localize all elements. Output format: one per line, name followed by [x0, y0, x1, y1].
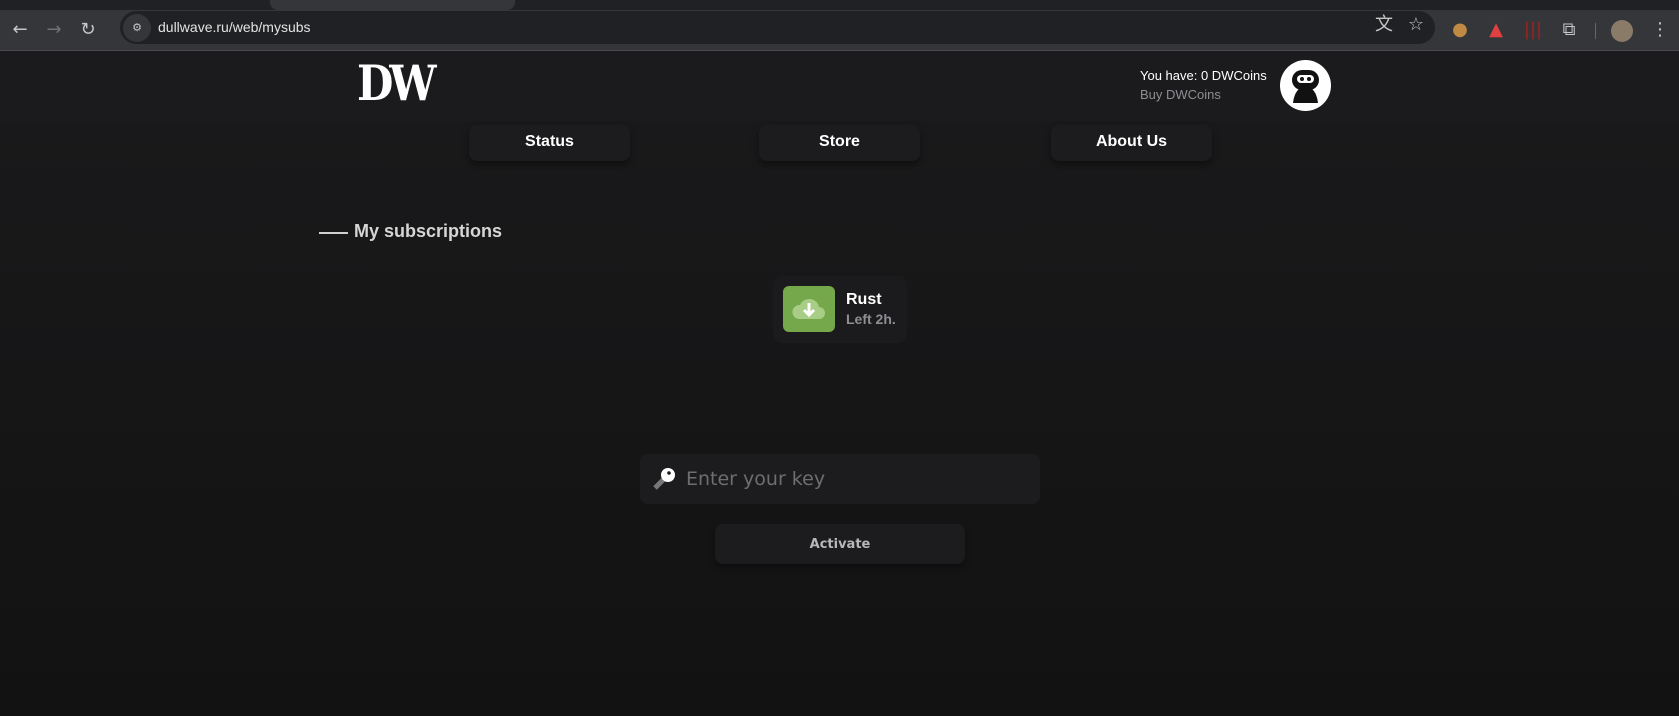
site-info-icon[interactable]: ⚙ — [123, 14, 151, 42]
cookie-extension-icon[interactable]: ● — [1446, 16, 1474, 44]
subscription-name: Rust — [846, 291, 882, 308]
key-field[interactable] — [640, 454, 1040, 504]
nav-store[interactable]: Store — [759, 125, 920, 161]
triangle-extension-icon[interactable]: ▲ — [1482, 16, 1510, 44]
forward-icon[interactable]: → — [40, 16, 68, 44]
coin-balance: You have: 0 DWCoins — [1140, 68, 1267, 83]
logo[interactable]: DW — [357, 55, 437, 111]
active-tab[interactable] — [270, 0, 515, 10]
address-bar[interactable]: ⚙ dullwave.ru/web/mysubs 文 ☆ — [120, 11, 1435, 44]
back-icon[interactable]: ← — [6, 16, 34, 44]
tab-strip — [0, 0, 1679, 10]
cloud-download-icon[interactable] — [783, 286, 835, 332]
key-input[interactable] — [686, 464, 1026, 494]
nav-about-us[interactable]: About Us — [1051, 125, 1212, 161]
menu-dots-icon[interactable]: ⋮ — [1646, 16, 1674, 44]
reload-icon[interactable]: ↻ — [74, 16, 102, 44]
site-header: DW You have: 0 DWCoins Buy DWCoins — [0, 51, 1679, 121]
browser-toolbar: ← → ↻ ⚙ dullwave.ru/web/mysubs 文 ☆ ● ▲ |… — [0, 10, 1679, 51]
section-title: My subscriptions — [354, 221, 503, 241]
ninja-avatar-icon — [1283, 63, 1328, 108]
section-divider — [319, 232, 348, 234]
activate-button[interactable]: Activate — [715, 524, 965, 564]
user-avatar[interactable] — [1280, 60, 1331, 111]
subscription-remaining: Left 2h. — [846, 311, 896, 327]
key-icon — [653, 468, 675, 490]
page: DW You have: 0 DWCoins Buy DWCoins Statu… — [0, 51, 1679, 716]
url-text[interactable]: dullwave.ru/web/mysubs — [158, 19, 311, 35]
subscription-card[interactable]: Rust Left 2h. — [773, 276, 907, 343]
bookmark-star-icon[interactable]: ☆ — [1402, 11, 1430, 39]
profile-avatar-icon[interactable] — [1611, 20, 1633, 42]
toolbar-divider — [1595, 23, 1596, 39]
extensions-icon[interactable]: ⧉ — [1555, 16, 1583, 44]
buy-coins-link[interactable]: Buy DWCoins — [1140, 87, 1221, 102]
nav-status[interactable]: Status — [469, 125, 630, 161]
audio-extension-icon[interactable]: ||| — [1519, 16, 1547, 44]
translate-icon[interactable]: 文 — [1370, 11, 1398, 39]
